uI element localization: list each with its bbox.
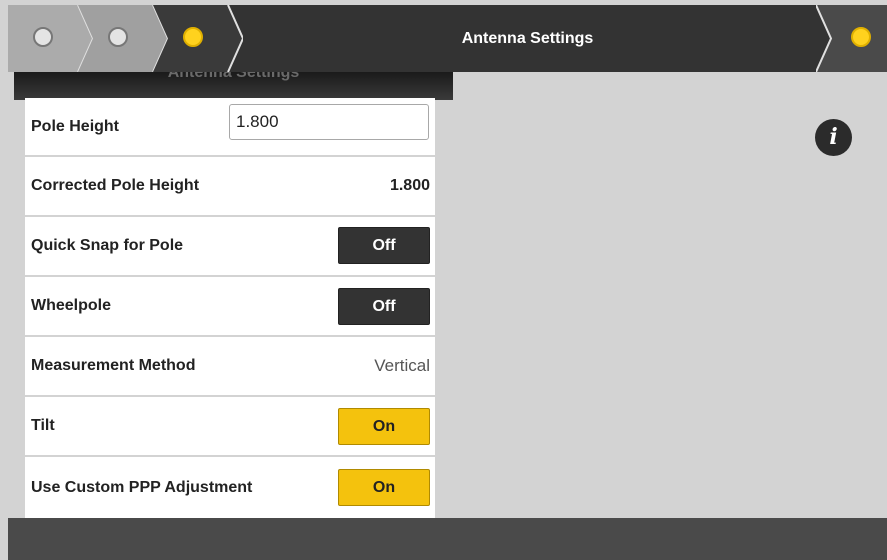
panel-heading: Antenna Settings: [167, 72, 300, 81]
quick-snap-label: Quick Snap for Pole: [31, 237, 184, 254]
top-bar: Antenna Settings: [8, 5, 887, 72]
quick-snap-toggle[interactable]: Off: [338, 227, 430, 264]
custom-ppp-row: Use Custom PPP Adjustment On: [25, 457, 435, 518]
wheelpole-toggle[interactable]: Off: [338, 288, 430, 325]
step-3-indicator-icon: [183, 27, 203, 47]
next-step[interactable]: [816, 5, 887, 72]
bottom-bar: [8, 518, 887, 560]
corrected-pole-height-row: Corrected Pole Height 1.800: [25, 157, 435, 215]
panel-header: Antenna Settings: [14, 72, 453, 100]
next-step-indicator-icon: [851, 27, 871, 47]
step-1-indicator-icon: [33, 27, 53, 47]
tilt-label: Tilt: [31, 417, 55, 434]
step-3[interactable]: [153, 5, 243, 72]
wheelpole-label: Wheelpole: [31, 297, 112, 314]
tilt-toggle[interactable]: On: [338, 408, 430, 445]
corrected-pole-height-label: Corrected Pole Height: [31, 177, 200, 194]
page-title: Antenna Settings: [461, 30, 594, 47]
pole-height-input[interactable]: [229, 104, 429, 140]
step-2-indicator-icon: [108, 27, 128, 47]
tilt-row: Tilt On: [25, 397, 435, 455]
quick-snap-row: Quick Snap for Pole Off: [25, 217, 435, 275]
info-icon[interactable]: i: [815, 119, 852, 156]
corrected-pole-height-value: 1.800: [389, 177, 430, 194]
custom-ppp-toggle[interactable]: On: [338, 469, 430, 506]
measurement-method-value: Vertical: [374, 356, 430, 375]
pole-height-label: Pole Height: [31, 118, 120, 135]
wheelpole-row: Wheelpole Off: [25, 277, 435, 335]
custom-ppp-label: Use Custom PPP Adjustment: [31, 479, 253, 496]
measurement-method-row[interactable]: Measurement Method Vertical: [25, 337, 435, 395]
measurement-method-label: Measurement Method: [31, 357, 196, 374]
pole-height-row: Pole Height: [25, 98, 435, 155]
